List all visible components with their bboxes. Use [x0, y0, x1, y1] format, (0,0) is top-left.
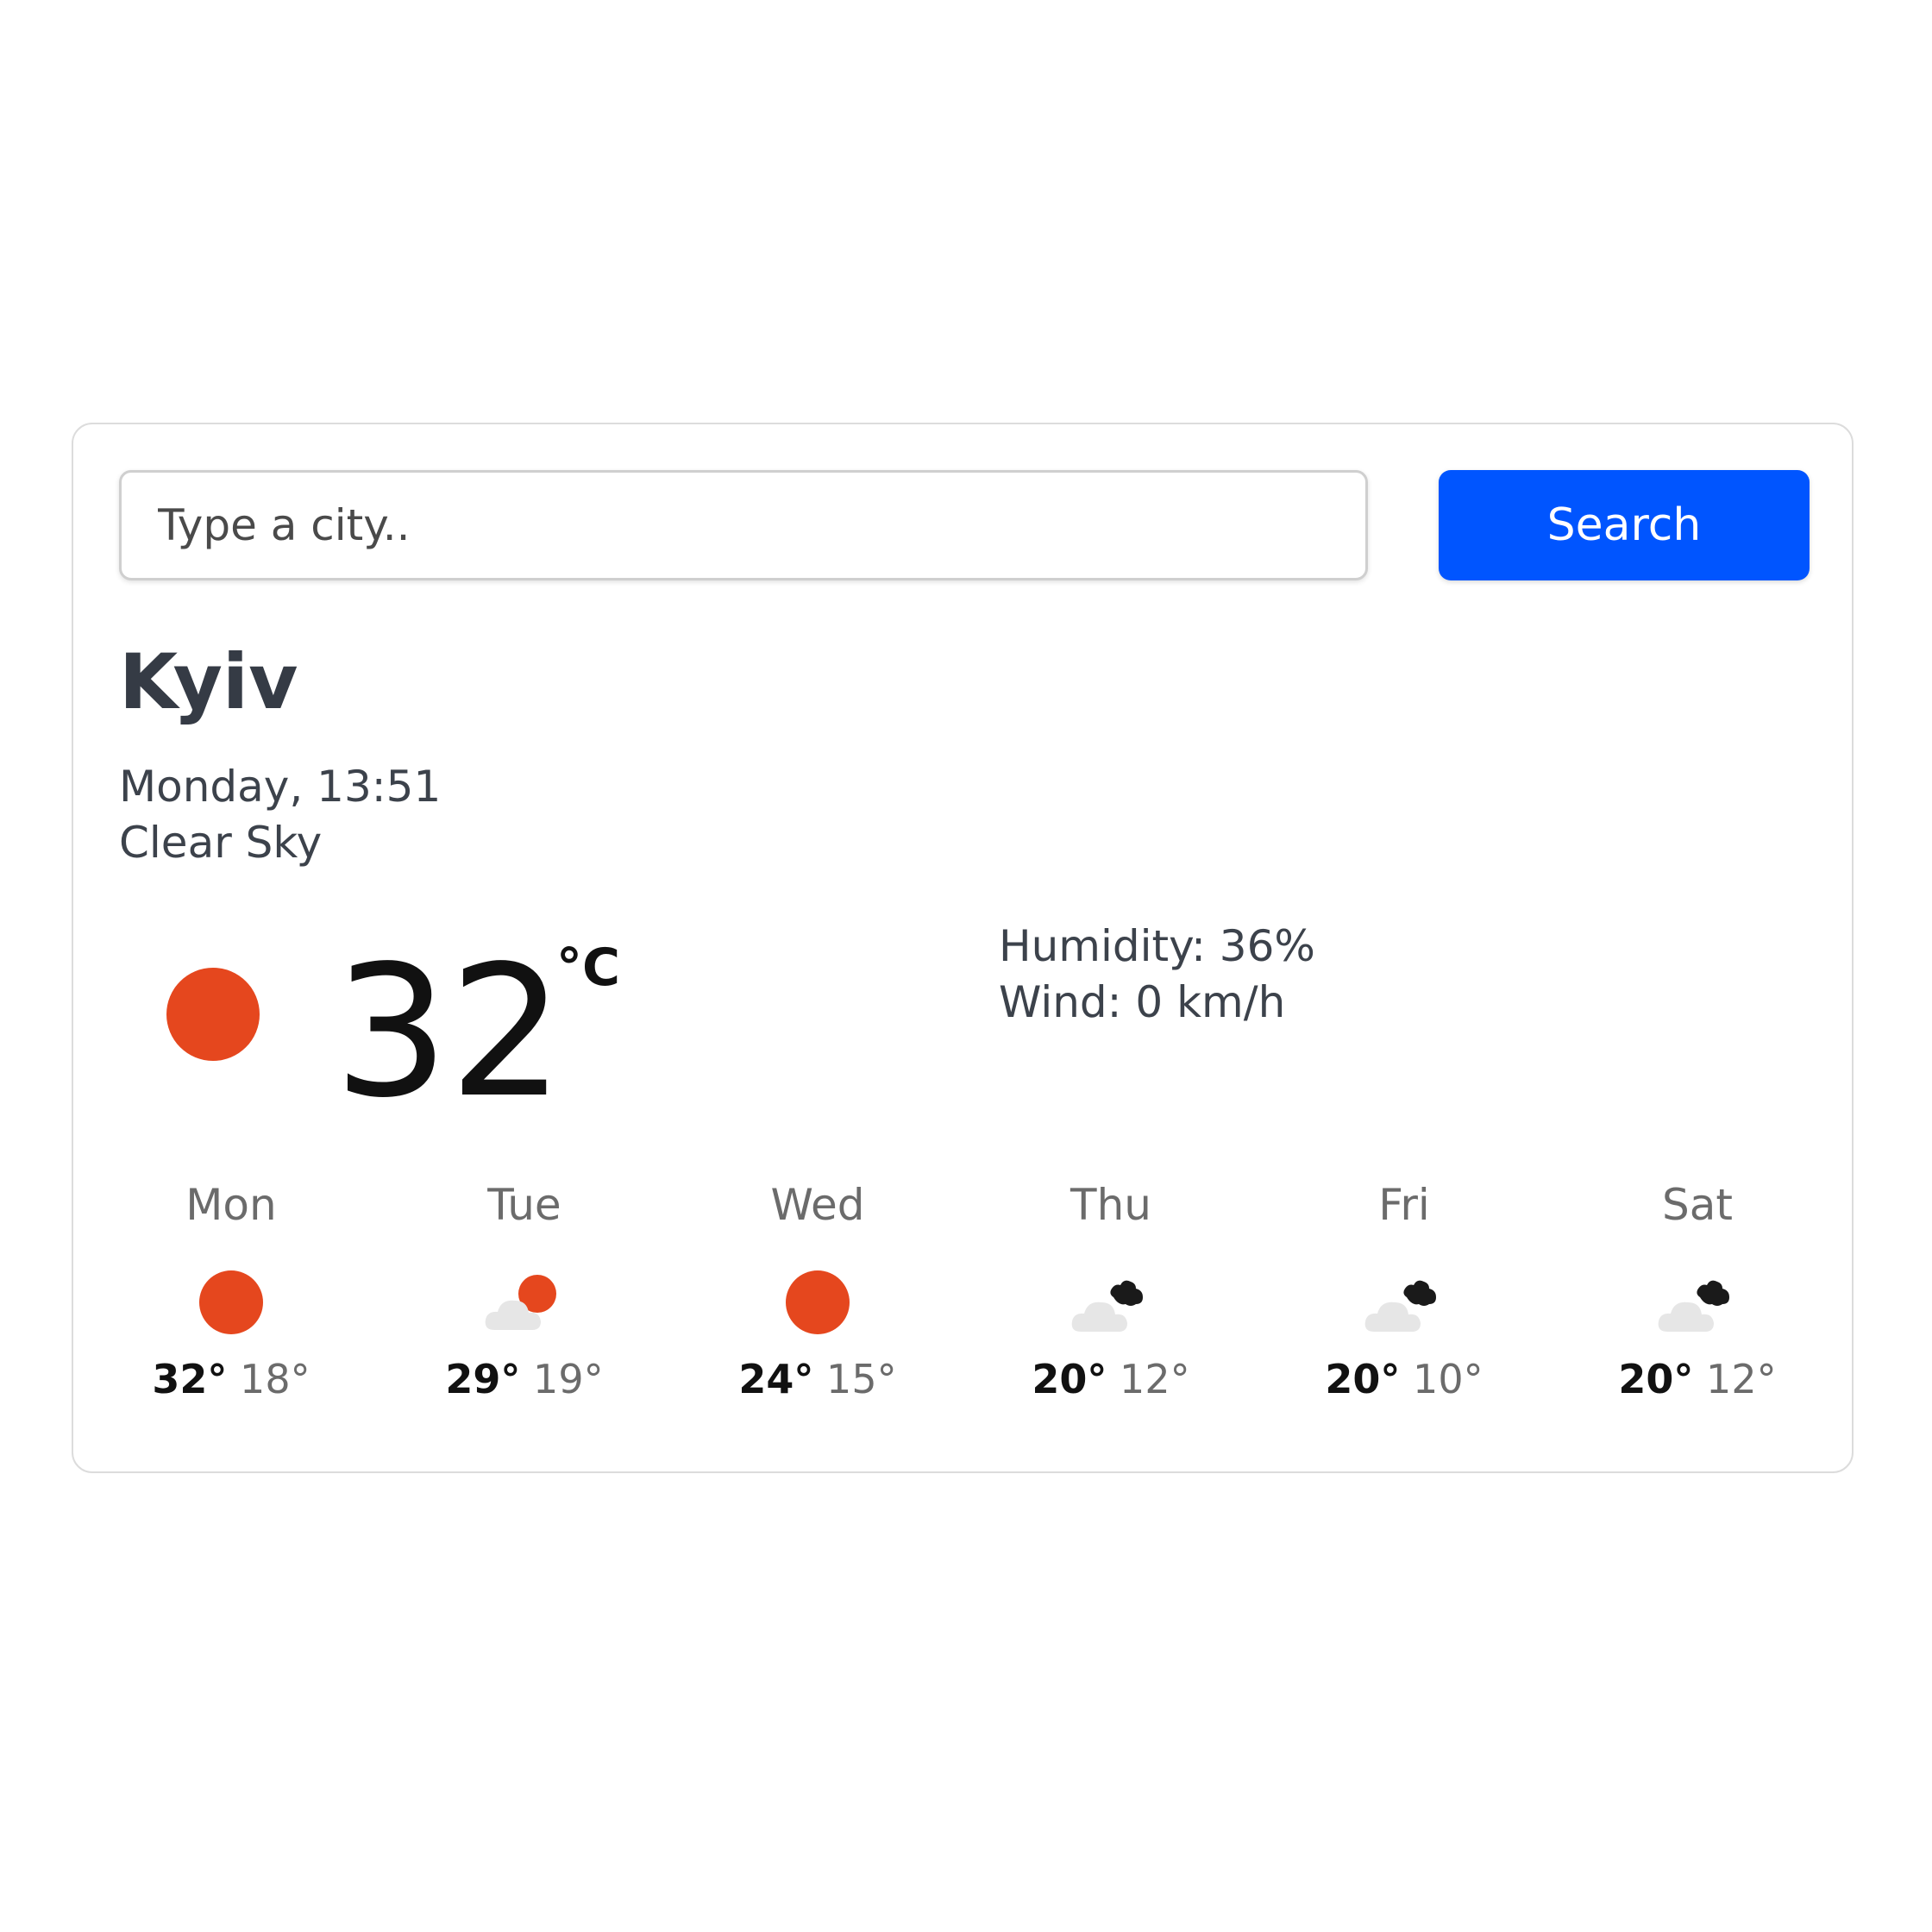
forecast-day: Tue 29° 19° [412, 1183, 637, 1399]
city-name: Kyiv [119, 637, 298, 726]
forecast-max-temp: 24° [738, 1356, 814, 1402]
forecast-max-temp: 20° [1325, 1356, 1401, 1402]
forecast-day: Wed 24° 15° [706, 1183, 930, 1399]
forecast-temps: 20° 10° [1292, 1359, 1516, 1399]
forecast-day: Thu 20° 12° [999, 1183, 1223, 1399]
forecast-min-temp: 18° [240, 1356, 310, 1402]
forecast: Mon 32° 18° Tue 29° 19° Wed 24° 15° Thu … [119, 1183, 1855, 1442]
forecast-day-name: Fri [1378, 1180, 1430, 1230]
sun-icon [786, 1270, 850, 1334]
forecast-min-temp: 10° [1413, 1356, 1484, 1402]
partly-sunny-icon [485, 1275, 556, 1330]
forecast-max-temp: 32° [152, 1356, 228, 1402]
forecast-min-temp: 12° [1120, 1356, 1190, 1402]
forecast-min-temp: 19° [533, 1356, 604, 1402]
cloudy-icon [1658, 1280, 1729, 1332]
forecast-day-name: Mon [185, 1180, 277, 1230]
forecast-temps: 20° 12° [999, 1359, 1223, 1399]
forecast-day-name: Wed [770, 1180, 865, 1230]
forecast-max-temp: 20° [1618, 1356, 1694, 1402]
sun-icon [166, 968, 260, 1061]
forecast-temps: 24° 15° [706, 1359, 930, 1399]
forecast-min-temp: 15° [826, 1356, 897, 1402]
temperature-unit: °C [556, 938, 621, 998]
forecast-max-temp: 29° [445, 1356, 521, 1402]
forecast-min-temp: 12° [1706, 1356, 1777, 1402]
forecast-temps: 32° 18° [119, 1359, 343, 1399]
wind: Wind: 0 km/h [999, 977, 1286, 1027]
current-temperature: 32 [334, 926, 565, 1138]
forecast-day-name: Tue [487, 1180, 561, 1230]
forecast-day-name: Sat [1662, 1180, 1733, 1230]
weather-card: Search Kyiv Monday, 13:51 Clear Sky 32 °… [72, 423, 1854, 1473]
cloudy-icon [1071, 1280, 1143, 1332]
search-button[interactable]: Search [1439, 470, 1810, 580]
cloudy-icon [1364, 1280, 1436, 1332]
forecast-day: Sat 20° 12° [1585, 1183, 1810, 1399]
forecast-day-name: Thu [1070, 1180, 1151, 1230]
forecast-temps: 20° 12° [1585, 1359, 1810, 1399]
city-search-input[interactable] [119, 470, 1368, 580]
sun-icon [199, 1270, 263, 1334]
forecast-day: Fri 20° 10° [1292, 1183, 1516, 1399]
humidity: Humidity: 36% [999, 921, 1315, 971]
weather-description: Clear Sky [119, 818, 323, 868]
forecast-day: Mon 32° 18° [119, 1183, 343, 1399]
forecast-temps: 29° 19° [412, 1359, 637, 1399]
current-datetime: Monday, 13:51 [119, 762, 442, 812]
forecast-max-temp: 20° [1032, 1356, 1107, 1402]
